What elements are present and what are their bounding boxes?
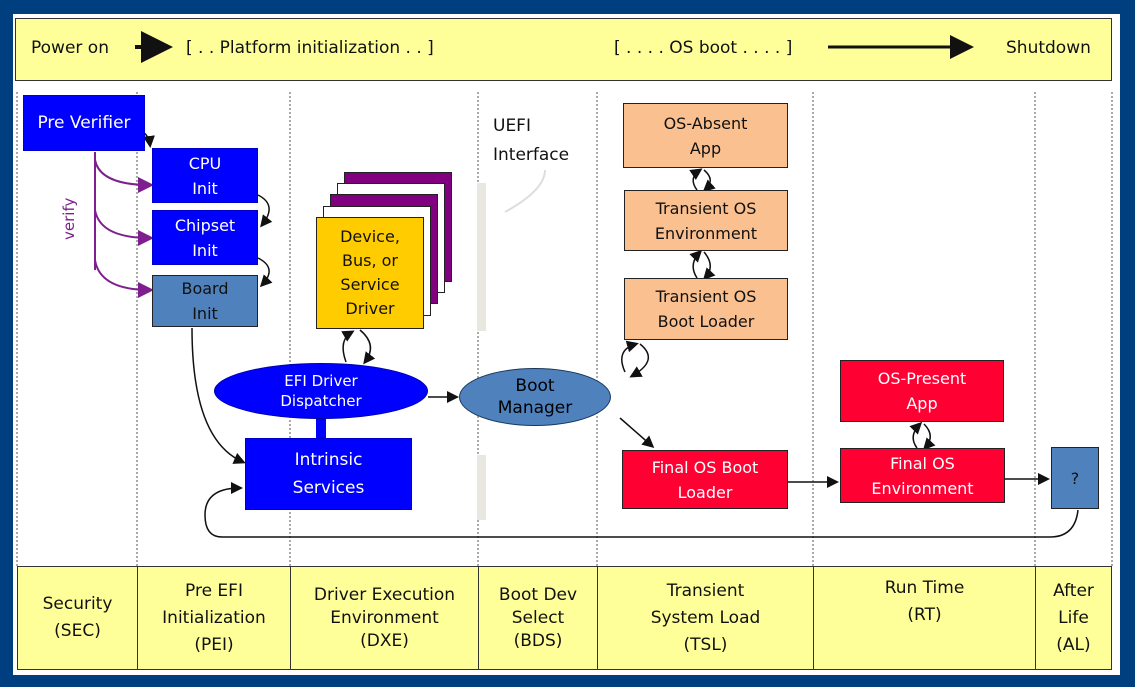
phase-sec: Security (SEC) — [17, 566, 138, 670]
verify-label: verify — [60, 197, 78, 240]
final-os-environment-box: Final OS Environment — [840, 448, 1005, 503]
phase-pei: Pre EFI Initialization (PEI) — [137, 566, 291, 670]
pre-verifier-box: Pre Verifier — [23, 95, 145, 151]
phase-dxe: Driver Execution Environment (DXE) — [290, 566, 479, 670]
phase-al: After Life (AL) — [1035, 566, 1112, 670]
phase-bds: Boot Dev Select (BDS) — [478, 566, 598, 670]
efi-driver-dispatcher: EFI Driver Dispatcher — [214, 363, 428, 419]
final-os-boot-loader-box: Final OS Boot Loader — [622, 450, 788, 509]
afterlife-box: ? — [1051, 447, 1099, 509]
os-absent-app-box: OS-Absent App — [623, 103, 788, 168]
uefi-interface-label: UEFI Interface — [493, 116, 570, 165]
intrinsic-services-box: Intrinsic Services — [245, 438, 412, 510]
transient-os-boot-loader-box: Transient OS Boot Loader — [624, 278, 788, 340]
transient-os-environment-box: Transient OS Environment — [624, 190, 788, 251]
cpu-init-box: CPU Init — [152, 148, 258, 203]
os-present-app-box: OS-Present App — [840, 360, 1004, 422]
phase-rt: Run Time (RT) — [813, 566, 1036, 670]
board-init-box: Board Init — [152, 275, 258, 327]
phase-tsl: Transient System Load (TSL) — [597, 566, 814, 670]
driver-box: Device, Bus, or Service Driver — [316, 217, 424, 329]
boot-manager: Boot Manager — [459, 368, 611, 426]
chipset-init-box: Chipset Init — [152, 210, 258, 265]
